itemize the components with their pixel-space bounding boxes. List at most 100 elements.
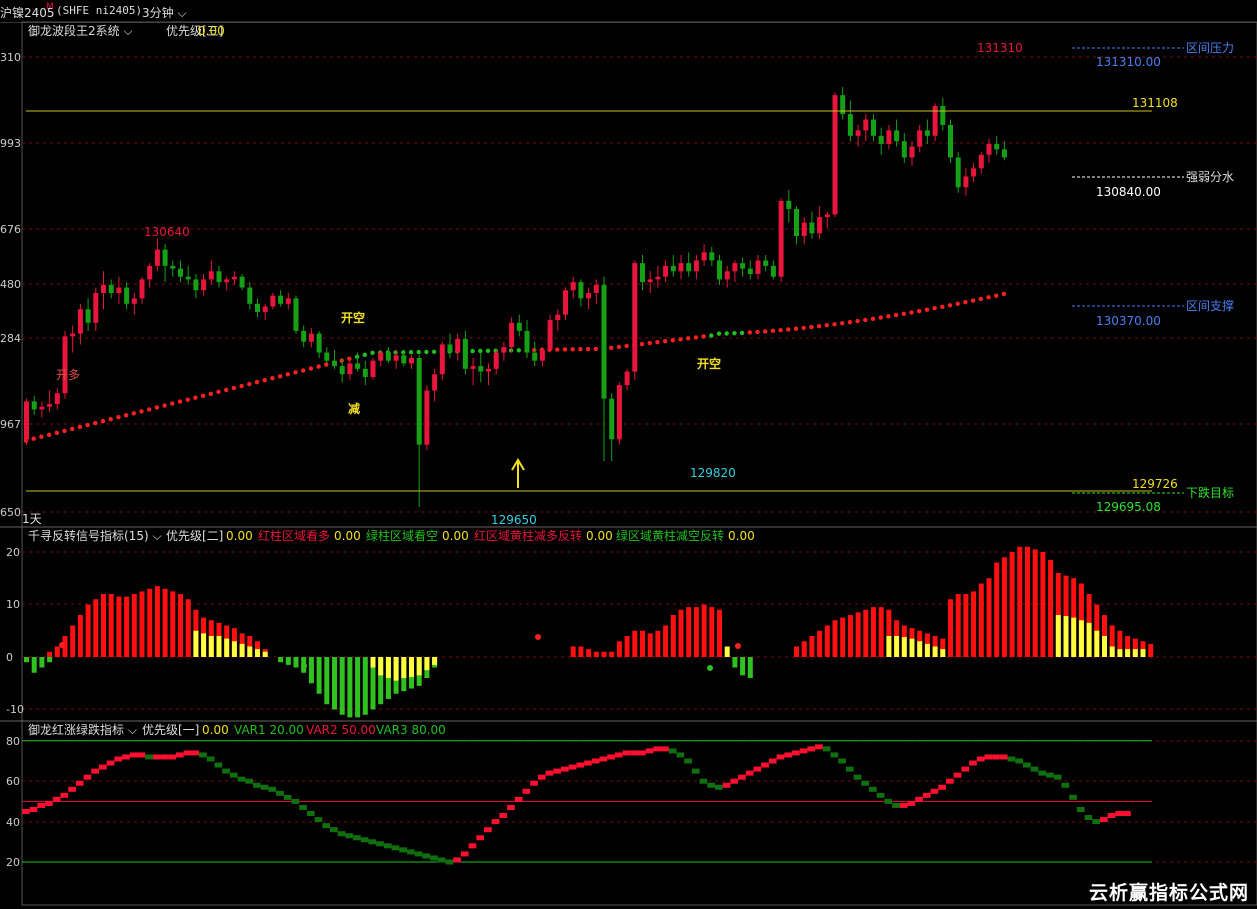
histogram-bar: [732, 657, 738, 668]
oscillator-step: [137, 752, 146, 758]
trend-dot: [393, 350, 398, 355]
oscillator-step: [815, 744, 823, 750]
legend-value: 0.00: [728, 529, 755, 543]
oscillator-step: [922, 792, 931, 798]
oscillator-step: [668, 748, 677, 754]
trend-dot: [770, 328, 776, 334]
candle-body: [409, 358, 414, 364]
histogram-bar: [31, 657, 37, 673]
candle-body: [763, 260, 769, 266]
histogram-bar: [1001, 557, 1007, 657]
oscillator-step: [460, 851, 469, 857]
oscillator-step: [807, 746, 816, 752]
histogram-bar: [70, 625, 76, 657]
candle-body: [393, 355, 399, 361]
candle-body: [655, 276, 661, 280]
candle-body: [285, 298, 291, 304]
candle-body: [401, 355, 407, 364]
oscillator-step: [75, 780, 84, 786]
oscillator-step: [1015, 758, 1023, 764]
indicator-priority: 优先级[二]: [166, 529, 223, 543]
histogram-bar: [894, 636, 900, 657]
histogram-bar: [370, 657, 376, 668]
trend-dot: [963, 299, 968, 305]
candle-body: [948, 124, 953, 158]
trend-dot: [516, 348, 521, 353]
watermark: 云析赢指标公式网: [1088, 882, 1249, 904]
oscillator-step: [407, 849, 415, 855]
candle-body: [385, 352, 391, 361]
legend-label: 红柱区域看多: [258, 528, 330, 543]
y-tick-label: 10: [6, 598, 20, 611]
signal-dot: [535, 634, 541, 640]
histogram-bar: [794, 646, 799, 657]
candle-body: [255, 303, 260, 312]
candle-body: [493, 352, 499, 369]
trend-dot: [924, 307, 930, 312]
oscillator-step: [892, 802, 900, 808]
y-tick-label: 20: [6, 856, 20, 869]
chart-canvas[interactable]: 310 993 676 480 284 967 650 区间压力 131310.00 131108…: [0, 0, 1257, 909]
histogram-bar: [1148, 643, 1154, 657]
candle-body: [555, 314, 561, 321]
trend-dot: [870, 316, 876, 321]
oscillator-step: [884, 798, 893, 804]
oscillator-step: [322, 823, 330, 829]
trend-dot: [347, 356, 352, 361]
trend-dot: [585, 346, 591, 352]
signal-dot: [59, 642, 65, 648]
oscillator-step: [314, 817, 323, 823]
oscillator-step: [738, 774, 746, 780]
histogram-bar: [316, 657, 322, 694]
histogram-bar: [347, 657, 353, 718]
oscillator-step: [946, 778, 954, 784]
oscillator-step: [607, 754, 615, 760]
histogram-bar: [278, 657, 284, 663]
histogram-bar: [108, 594, 114, 657]
oscillator-step: [122, 754, 130, 760]
oscillator-step: [1007, 756, 1016, 762]
trend-dot: [131, 411, 136, 416]
level-value: 131310.00: [1096, 55, 1161, 69]
candle-body: [632, 263, 638, 372]
oscillator-step: [229, 772, 238, 778]
candle-body: [439, 344, 445, 375]
histogram-bar: [39, 657, 45, 668]
trend-dot: [93, 420, 98, 426]
legend-value: 0.00: [586, 529, 613, 543]
histogram-bar: [224, 638, 230, 657]
candle-body: [478, 366, 484, 372]
candle-body: [971, 168, 977, 177]
trend-dot: [724, 331, 729, 336]
trend-dot: [593, 346, 598, 352]
candle-body: [416, 358, 422, 445]
trend-dot: [70, 426, 75, 432]
histogram-bar: [863, 609, 869, 657]
candle-body: [786, 200, 792, 209]
signal-label: 开空: [341, 310, 365, 325]
candle-body: [347, 363, 353, 375]
oscillator-step: [1107, 813, 1116, 819]
y-tick-label: 650: [0, 506, 21, 519]
oscillator-step: [1069, 794, 1077, 800]
trend-dot: [840, 321, 845, 326]
histogram-bar: [308, 657, 314, 684]
oscillator-step: [969, 760, 977, 766]
trend-dot: [832, 322, 837, 327]
trend-dot: [662, 339, 668, 344]
candle-body: [547, 320, 553, 350]
candle-body: [1001, 149, 1007, 158]
histogram-bar: [632, 630, 638, 657]
trend-dot: [855, 318, 860, 324]
oscillator-step: [99, 764, 107, 770]
oscillator-step: [584, 760, 592, 766]
trend-dot: [277, 374, 283, 379]
trend-dot: [354, 354, 360, 359]
candle-body: [978, 154, 984, 169]
candle-body: [516, 322, 522, 331]
candle-body: [801, 222, 807, 237]
oscillator-step: [530, 780, 538, 786]
trend-dot: [732, 331, 737, 336]
indicator-priority: 优先级[一]: [142, 723, 199, 737]
oscillator-step: [476, 835, 484, 841]
